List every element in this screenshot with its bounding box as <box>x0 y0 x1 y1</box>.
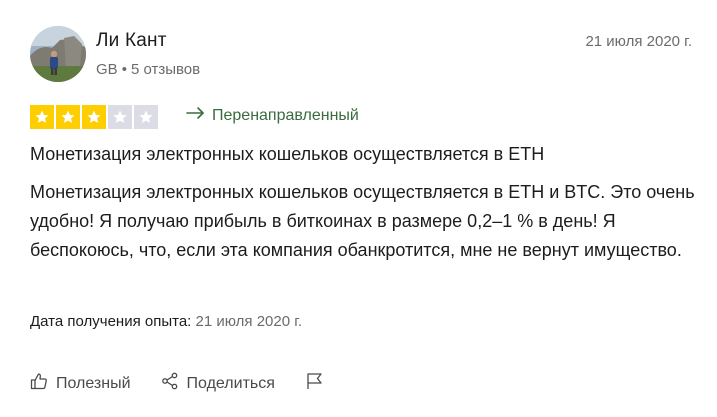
user-meta: GB • 5 отзывов <box>96 61 200 78</box>
helpful-button[interactable]: Полезный <box>30 372 131 395</box>
star-filled-icon <box>30 105 54 129</box>
user-country: GB <box>96 61 118 78</box>
review-card: Ли Кант GB • 5 отзывов 21 июля 2020 г. Пер… <box>0 0 717 417</box>
redirected-label: Перенаправленный <box>212 106 359 124</box>
arrow-right-icon <box>186 106 206 125</box>
review-body: Монетизация электронных кошельков осущес… <box>30 182 695 260</box>
experience-label: Дата получения опыта: <box>30 313 192 330</box>
star-filled-icon <box>82 105 106 129</box>
thumb-up-icon <box>30 372 48 395</box>
report-button[interactable] <box>305 372 323 395</box>
star-empty-icon <box>134 105 158 129</box>
avatar-photo <box>30 26 86 82</box>
helpful-label: Полезный <box>56 374 131 392</box>
review-actions: Полезный Поделиться <box>30 372 323 395</box>
redirected-badge: Перенаправленный <box>186 106 359 125</box>
star-empty-icon <box>108 105 132 129</box>
experience-value: 21 июля 2020 г. <box>195 313 303 330</box>
star-filled-icon <box>56 105 80 129</box>
share-button[interactable]: Поделиться <box>161 372 275 395</box>
share-label: Поделиться <box>186 374 275 392</box>
review-title[interactable]: Монетизация электронных кошельков осущес… <box>30 144 544 165</box>
review-date: 21 июля 2020 г. <box>585 33 692 50</box>
meta-separator: • <box>121 61 127 78</box>
user-reviews-count[interactable]: 5 отзывов <box>131 61 200 78</box>
experience-date: Дата получения опыта: 21 июля 2020 г. <box>30 313 302 330</box>
avatar[interactable] <box>30 26 86 82</box>
share-icon <box>161 372 179 395</box>
star-rating <box>30 105 158 129</box>
flag-icon <box>305 372 323 395</box>
user-name[interactable]: Ли Кант <box>96 30 167 52</box>
